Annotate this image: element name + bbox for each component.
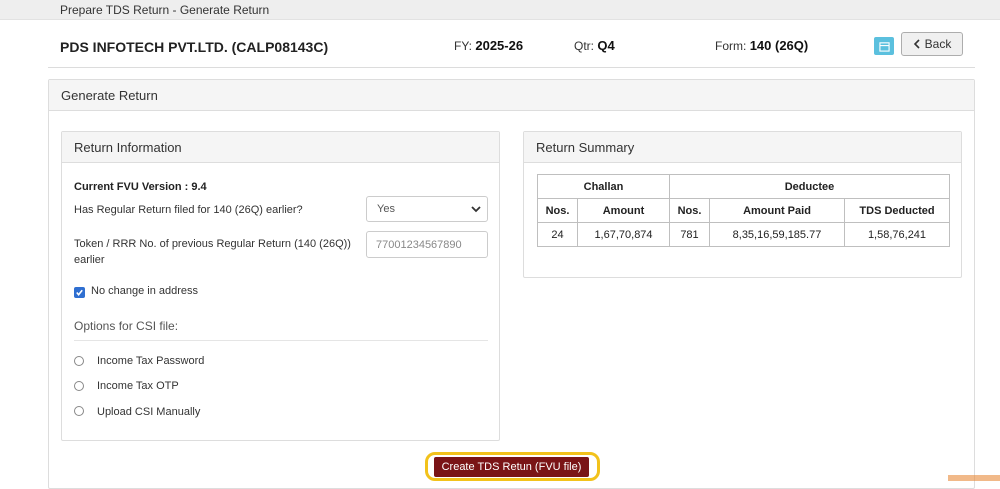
- column-header: Nos.: [537, 198, 578, 223]
- form-info: Form: 140 (26Q): [715, 38, 808, 53]
- summary-table: Challan Deductee Nos. Amount Nos. Amount…: [537, 174, 950, 247]
- no-change-label: No change in address: [91, 285, 199, 297]
- create-tds-return-button[interactable]: Create TDS Retun (FVU file): [434, 457, 589, 477]
- table-cell: 1,58,76,241: [844, 222, 950, 247]
- page-title: Prepare TDS Return - Generate Return: [60, 3, 270, 17]
- corner-decoration: [948, 475, 1000, 481]
- table-cell: 1,67,70,874: [577, 222, 670, 247]
- table-cell: 24: [537, 222, 578, 247]
- qtr-value: Q4: [597, 38, 615, 53]
- qtr-label: Qtr:: [574, 39, 594, 53]
- deductee-header: Deductee: [669, 174, 950, 199]
- csi-option-label: Income Tax OTP: [97, 380, 179, 392]
- chevron-down-icon: [471, 206, 481, 213]
- column-header: Amount Paid: [709, 198, 845, 223]
- fy-value: 2025-26: [475, 38, 524, 53]
- no-change-checkbox[interactable]: [74, 287, 85, 298]
- regular-filed-value: Yes: [377, 203, 395, 215]
- form-label: Form:: [715, 39, 747, 53]
- csi-option-label: Income Tax Password: [97, 355, 205, 367]
- form-value: 140 (26Q): [749, 38, 809, 53]
- table-cell: 8,35,16,59,185.77: [709, 222, 845, 247]
- token-label: Token / RRR No. of previous Regular Retu…: [74, 236, 351, 268]
- column-header: TDS Deducted: [844, 198, 950, 223]
- return-header: PDS INFOTECH PVT.LTD. (CALP08143C) FY: 2…: [48, 28, 975, 68]
- csi-options-title: Options for CSI file:: [74, 319, 488, 341]
- regular-filed-select[interactable]: Yes: [366, 196, 488, 222]
- column-header: Amount: [577, 198, 670, 223]
- return-summary-panel: Return Summary Challan Deductee Nos. Amo…: [523, 131, 962, 278]
- return-information-panel: Return Information Current FVU Version :…: [61, 131, 500, 441]
- regular-filed-label: Has Regular Return filed for 140 (26Q) e…: [74, 204, 303, 216]
- column-header: Nos.: [669, 198, 710, 223]
- token-label-line2: earlier: [74, 254, 105, 266]
- radio-upload-csi-manually[interactable]: [74, 406, 84, 416]
- fy-label: FY:: [454, 39, 473, 53]
- checkmark-icon: [76, 289, 83, 297]
- calendar-button[interactable]: [874, 37, 894, 55]
- radio-income-tax-otp[interactable]: [74, 381, 84, 391]
- table-cell: 781: [669, 222, 710, 247]
- qtr-info: Qtr: Q4: [574, 38, 615, 53]
- token-input[interactable]: 77001234567890: [366, 231, 488, 258]
- token-label-line1: Token / RRR No. of previous Regular Retu…: [74, 238, 351, 250]
- challan-header: Challan: [537, 174, 670, 199]
- generate-return-title: Generate Return: [49, 80, 974, 111]
- return-information-title: Return Information: [62, 132, 499, 163]
- chevron-left-icon: [913, 39, 920, 49]
- calendar-icon: [878, 41, 890, 52]
- csi-option-label: Upload CSI Manually: [97, 406, 201, 418]
- return-summary-title: Return Summary: [524, 132, 961, 163]
- company-name: PDS INFOTECH PVT.LTD. (CALP08143C): [60, 39, 329, 55]
- fvu-version: Current FVU Version : 9.4: [74, 181, 207, 193]
- back-button[interactable]: Back: [901, 32, 963, 56]
- radio-income-tax-password[interactable]: [74, 356, 84, 366]
- table-row: 24 1,67,70,874 781 8,35,16,59,185.77 1,5…: [537, 222, 950, 247]
- fy-info: FY: 2025-26: [454, 38, 523, 53]
- back-label: Back: [924, 37, 952, 51]
- top-bar: Prepare TDS Return - Generate Return: [0, 0, 1000, 20]
